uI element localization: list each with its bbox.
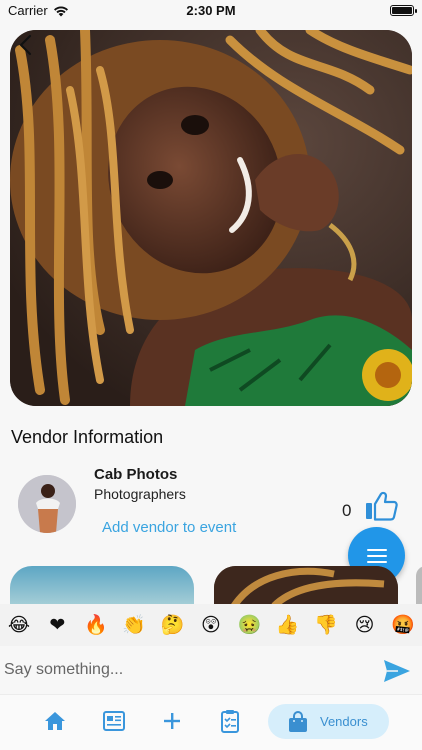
related-vendor-thumbnail[interactable]	[10, 566, 194, 606]
menu-icon	[366, 548, 387, 563]
emoji-reaction-button[interactable]: 👏	[121, 612, 147, 638]
back-button[interactable]	[14, 32, 40, 58]
comment-input[interactable]	[4, 656, 364, 684]
thumbnail-image	[214, 566, 398, 606]
emoji-reaction-button[interactable]: 🤔	[160, 612, 186, 638]
thumbs-up-icon[interactable]	[364, 491, 398, 521]
tab-vendors[interactable]: Vendors	[268, 704, 389, 739]
emoji-reaction-button[interactable]: 🤢	[236, 612, 262, 638]
bottom-tab-bar: Vendors	[0, 694, 422, 750]
vendor-category: Photographers	[94, 486, 186, 502]
tab-add[interactable]	[158, 707, 186, 735]
emoji-reaction-bar: 😂 ❤ 🔥 👏 🤔 😲 🤢 👍 👎 😢 🤬	[0, 604, 422, 646]
vendor-photo-illustration	[10, 30, 412, 406]
tab-news[interactable]	[100, 707, 128, 735]
battery-icon	[390, 5, 417, 16]
shopping-bag-icon	[289, 710, 307, 732]
comment-input-row	[0, 648, 422, 692]
emoji-reaction-button[interactable]: 😲	[198, 612, 224, 638]
checklist-icon	[221, 710, 239, 733]
tab-home[interactable]	[41, 707, 69, 735]
send-icon[interactable]	[382, 658, 412, 684]
tab-vendors-label: Vendors	[320, 714, 368, 729]
emoji-reaction-button[interactable]: ❤	[44, 612, 70, 638]
emoji-reaction-button[interactable]: 🤬	[390, 612, 416, 638]
home-icon	[45, 712, 65, 730]
related-vendor-thumbnail[interactable]	[416, 566, 422, 606]
emoji-reaction-button[interactable]: 😂	[6, 612, 32, 638]
plus-icon	[164, 713, 180, 729]
section-title: Vendor Information	[11, 427, 164, 447]
status-time: 2:30 PM	[186, 3, 236, 18]
emoji-reaction-button[interactable]: 👎	[313, 612, 339, 638]
emoji-reaction-button[interactable]: 🔥	[83, 612, 109, 638]
vendor-photo	[10, 30, 412, 406]
vendor-avatar[interactable]	[18, 475, 76, 533]
news-icon	[103, 711, 125, 731]
related-vendor-thumbnail[interactable]	[214, 566, 398, 606]
vendor-name[interactable]: Cab Photos	[94, 466, 177, 483]
emoji-reaction-button[interactable]: 👍	[275, 612, 301, 638]
avatar-image	[18, 475, 76, 533]
emoji-reaction-button[interactable]: 😢	[352, 612, 378, 638]
like-count: 0	[342, 501, 352, 520]
status-bar: Carrier 2:30 PM	[0, 0, 422, 22]
add-vendor-to-event-link[interactable]: Add vendor to event	[102, 519, 236, 536]
tab-checklist[interactable]	[216, 707, 244, 735]
